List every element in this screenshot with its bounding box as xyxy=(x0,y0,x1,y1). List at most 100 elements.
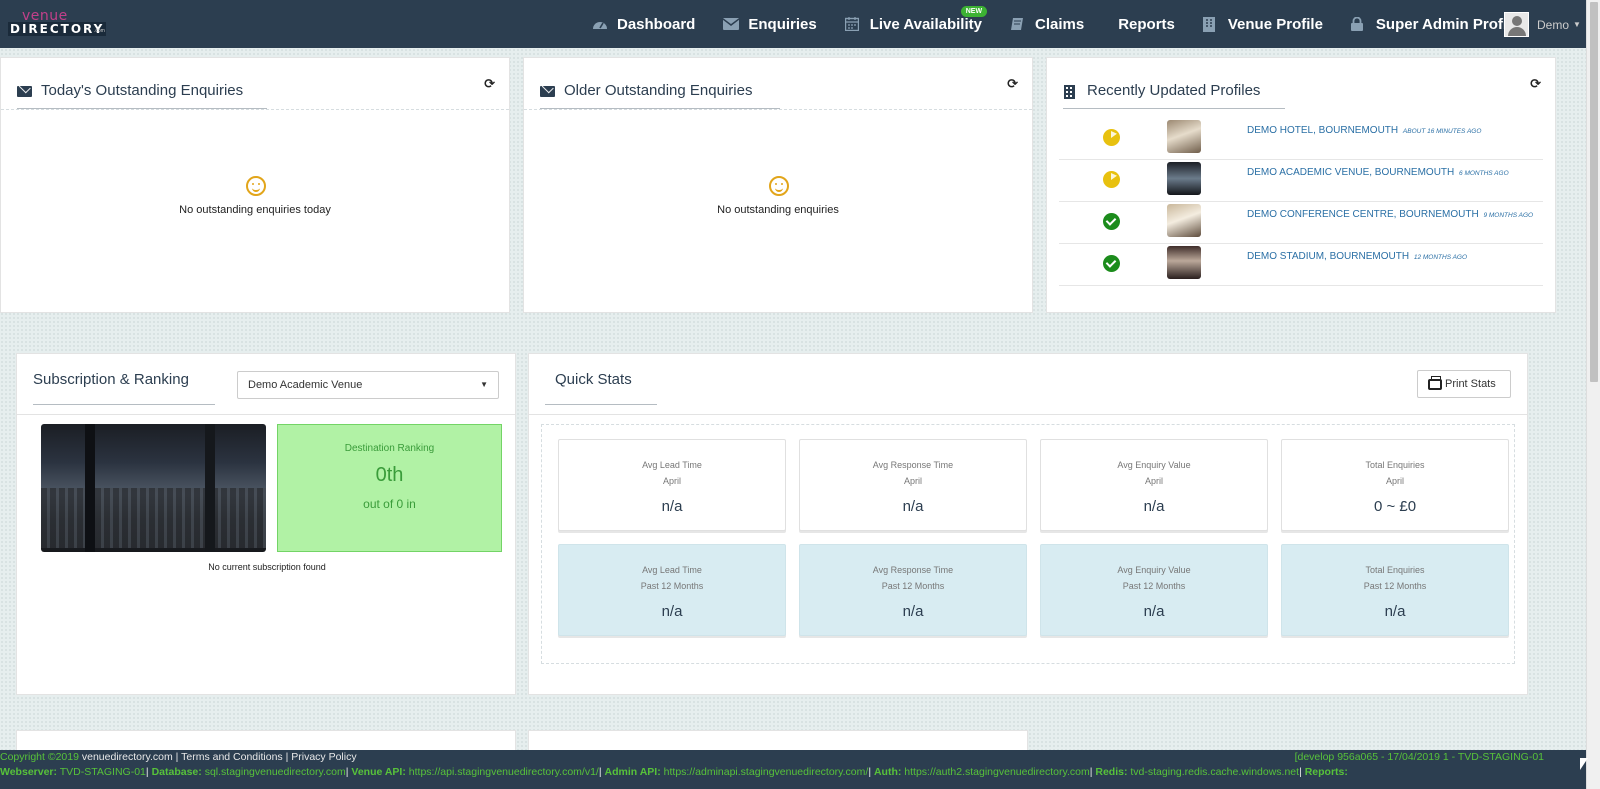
printer-icon xyxy=(1428,376,1442,390)
nav-super-admin-profile-label: Super Admin Profile xyxy=(1375,15,1520,33)
approved-check-icon xyxy=(1103,255,1120,272)
nav-dashboard-label: Dashboard xyxy=(617,15,696,33)
today-empty-message: No outstanding enquiries today xyxy=(179,204,331,216)
environment-info: Webserver: TVD-STAGING-01| Database: sql… xyxy=(0,766,1348,778)
stat-card: Avg Enquiry Value April n/a xyxy=(1040,439,1268,531)
destination-ranking-card: Destination Ranking 0th out of 0 in xyxy=(277,424,502,552)
top-navbar: venue DIRECTORY .com Dashboard Enquiries… xyxy=(0,0,1586,48)
stat-label: Total Enquiries April xyxy=(1365,460,1425,486)
nav-enquiries-label: Enquiries xyxy=(748,15,817,33)
lock-icon xyxy=(1350,16,1367,31)
ranking-label: Destination Ranking xyxy=(344,443,435,454)
stat-label: Avg Lead Time Past 12 Months xyxy=(640,565,704,591)
venue-select-value: Demo Academic Venue xyxy=(248,379,363,391)
venue-select[interactable]: Demo Academic Venue ▼ xyxy=(237,371,499,399)
nav-claims-label: Claims xyxy=(1034,15,1085,33)
profile-time: 6 MONTHS AGO xyxy=(1459,170,1509,177)
stats-grid: Avg Lead Time April n/a Avg Response Time… xyxy=(541,424,1515,664)
quick-stats-panel: Quick Stats Print Stats Avg Lead Time Apr… xyxy=(528,353,1528,695)
venue-photo xyxy=(41,424,266,552)
stat-label: Avg Response Time Past 12 Months xyxy=(872,565,954,591)
nav-live-availability[interactable]: Live Availability NEW xyxy=(844,0,988,48)
stat-card: Avg Lead Time April n/a xyxy=(558,439,786,531)
today-enquiries-title-text: Today's Outstanding Enquiries xyxy=(41,82,244,99)
profile-time: 9 MONTHS AGO xyxy=(1483,212,1534,219)
stat-value: n/a xyxy=(902,603,924,620)
venue-thumbnail[interactable] xyxy=(1167,204,1201,237)
page-scrollbar[interactable] xyxy=(1586,0,1600,789)
envelope-icon xyxy=(540,85,555,97)
user-menu[interactable]: Demo ▼ xyxy=(1504,12,1581,37)
stat-label: Total Enquiries Past 12 Months xyxy=(1363,565,1427,591)
profile-link[interactable]: DEMO ACADEMIC VENUE, BOURNEMOUTH 6 MONTH… xyxy=(1247,167,1509,178)
footer: Copyright ©2019 venuedirectory.com | Ter… xyxy=(0,750,1586,789)
panel-divider xyxy=(1,109,509,110)
profile-link[interactable]: DEMO STADIUM, BOURNEMOUTH 12 MONTHS AGO xyxy=(1247,251,1467,262)
footer-site-link[interactable]: venuedirectory.com xyxy=(82,751,173,763)
refresh-icon[interactable]: ⟳ xyxy=(484,76,495,92)
stat-value: n/a xyxy=(1143,603,1165,620)
panel-underline xyxy=(545,404,657,405)
panel-underline xyxy=(33,404,215,405)
profile-link[interactable]: DEMO HOTEL, BOURNEMOUTH ABOUT 16 MINUTES… xyxy=(1247,125,1481,136)
print-stats-button[interactable]: Print Stats xyxy=(1417,370,1511,398)
envelope-icon xyxy=(17,85,32,97)
stat-label: Avg Lead Time April xyxy=(642,460,702,486)
print-stats-label: Print Stats xyxy=(1445,378,1496,390)
quick-stats-title: Quick Stats xyxy=(555,371,632,388)
nav-claims[interactable]: Claims xyxy=(1010,0,1084,48)
panel-divider xyxy=(17,414,515,415)
pending-clock-icon xyxy=(1103,129,1120,146)
avatar xyxy=(1504,12,1529,37)
stat-label: Avg Response Time April xyxy=(872,460,954,486)
stat-value: n/a xyxy=(1143,498,1165,515)
profile-link[interactable]: DEMO CONFERENCE CENTRE, BOURNEMOUTH 9 MO… xyxy=(1247,209,1533,220)
logo-text-bottom: DIRECTORY xyxy=(8,22,107,36)
ranking-value: 0th xyxy=(375,464,404,486)
scrollbar-thumb[interactable] xyxy=(1590,2,1598,382)
smiley-icon xyxy=(246,176,266,196)
venue-thumbnail[interactable] xyxy=(1167,120,1201,153)
subscription-panel: Subscription & Ranking Demo Academic Ven… xyxy=(16,353,516,695)
panel-divider xyxy=(524,109,1032,110)
profile-name: DEMO CONFERENCE CENTRE, BOURNEMOUTH xyxy=(1247,209,1479,220)
stat-value: n/a xyxy=(661,603,683,620)
nav-reports[interactable]: Reports xyxy=(1118,0,1175,48)
refresh-icon[interactable]: ⟳ xyxy=(1530,76,1541,92)
approved-check-icon xyxy=(1103,213,1120,230)
venue-thumbnail[interactable] xyxy=(1167,246,1201,279)
list-item: DEMO CONFERENCE CENTRE, BOURNEMOUTH 9 MO… xyxy=(1059,202,1543,244)
avatar-body xyxy=(1508,27,1526,36)
stat-card: Avg Lead Time Past 12 Months n/a xyxy=(558,544,786,636)
chevron-down-icon: ▼ xyxy=(1573,20,1581,29)
nav-enquiries[interactable]: Enquiries xyxy=(722,0,817,48)
stat-value: n/a xyxy=(661,498,683,515)
stat-card: Avg Enquiry Value Past 12 Months n/a xyxy=(1040,544,1268,636)
nav-reports-label: Reports xyxy=(1118,15,1175,33)
privacy-link[interactable]: Privacy Policy xyxy=(291,751,356,763)
nav-super-admin-profile[interactable]: Super Admin Profile xyxy=(1350,0,1520,48)
profile-name: DEMO STADIUM, BOURNEMOUTH xyxy=(1247,251,1410,262)
dashboard-icon xyxy=(592,17,608,31)
building-icon xyxy=(1202,17,1219,32)
recent-profiles-title: Recently Updated Profiles xyxy=(1063,82,1260,99)
book-icon xyxy=(1010,17,1026,31)
older-empty-message: No outstanding enquiries xyxy=(717,204,839,216)
panel-divider xyxy=(529,414,1527,415)
venue-thumbnail[interactable] xyxy=(1167,162,1201,195)
list-item: DEMO STADIUM, BOURNEMOUTH 12 MONTHS AGO xyxy=(1059,244,1543,286)
terms-link[interactable]: Terms and Conditions xyxy=(181,751,283,763)
today-enquiries-panel: Today's Outstanding Enquiries ⟳ No outst… xyxy=(0,57,510,313)
refresh-icon[interactable]: ⟳ xyxy=(1007,76,1018,92)
stat-value: n/a xyxy=(902,498,924,515)
nav-venue-profile[interactable]: Venue Profile xyxy=(1202,0,1323,48)
profile-time: 12 MONTHS AGO xyxy=(1413,254,1468,261)
calendar-icon xyxy=(844,17,861,32)
logo-text-suffix: .com xyxy=(94,28,105,34)
list-item: DEMO HOTEL, BOURNEMOUTH ABOUT 16 MINUTES… xyxy=(1059,118,1543,160)
venue-directory-logo[interactable]: venue DIRECTORY .com xyxy=(6,8,107,40)
pending-clock-icon xyxy=(1103,171,1120,188)
nav-dashboard[interactable]: Dashboard xyxy=(592,0,695,48)
stat-value: 0 ~ £0 xyxy=(1373,498,1417,515)
nav-venue-profile-label: Venue Profile xyxy=(1227,15,1323,33)
